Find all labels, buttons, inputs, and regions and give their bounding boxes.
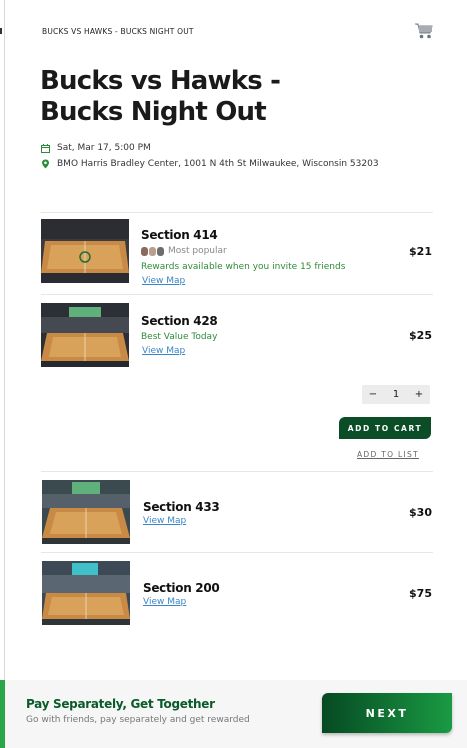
- left-border: [4, 0, 5, 680]
- quantity-stepper: − 1 +: [362, 385, 430, 404]
- shopping-cart-icon[interactable]: [414, 22, 434, 40]
- add-to-cart-button[interactable]: ADD TO CART: [339, 417, 431, 439]
- event-title: Bucks vs Hawks - Bucks Night Out: [40, 66, 281, 127]
- divider: [41, 552, 433, 553]
- left-marker: [0, 28, 2, 34]
- event-venue: BMO Harris Bradley Center, 1001 N 4th St…: [41, 159, 379, 169]
- quantity-value: 1: [392, 389, 400, 400]
- event-date-text: Sat, Mar 17, 5:00 PM: [57, 143, 151, 153]
- next-button[interactable]: NEXT: [322, 693, 452, 733]
- divider: [41, 212, 433, 213]
- calendar-icon: [41, 143, 50, 153]
- view-map-link[interactable]: View Map: [143, 597, 186, 607]
- divider: [41, 471, 433, 472]
- popular-indicator: Most popular: [141, 246, 227, 256]
- view-map-link[interactable]: View Map: [142, 346, 185, 356]
- view-map-link[interactable]: View Map: [143, 516, 186, 526]
- popular-label: Most popular: [168, 246, 227, 256]
- decrement-button[interactable]: −: [362, 389, 384, 400]
- section-image: [42, 480, 130, 544]
- section-image: [41, 219, 129, 283]
- promo-text: Best Value Today: [141, 332, 218, 342]
- section-image: [41, 303, 129, 367]
- ticket-price: $30: [409, 506, 432, 519]
- section-name: Section 433: [143, 500, 220, 514]
- section-name: Section 200: [143, 581, 220, 595]
- promo-text: Rewards available when you invite 15 fri…: [141, 262, 346, 272]
- section-name: Section 414: [141, 228, 218, 242]
- footer-subtitle: Go with friends, pay separately and get …: [26, 715, 250, 725]
- breadcrumb: BUCKS VS HAWKS - BUCKS NIGHT OUT: [42, 27, 194, 36]
- footer-accent: [0, 680, 5, 748]
- section-image: [42, 561, 130, 625]
- event-date: Sat, Mar 17, 5:00 PM: [41, 143, 151, 153]
- add-to-list-link[interactable]: ADD TO LIST: [357, 450, 419, 459]
- ticket-price: $75: [409, 587, 432, 600]
- ticket-price: $25: [409, 329, 432, 342]
- friend-avatars: [141, 246, 164, 256]
- event-venue-text: BMO Harris Bradley Center, 1001 N 4th St…: [57, 159, 379, 169]
- increment-button[interactable]: +: [408, 389, 430, 400]
- view-map-link[interactable]: View Map: [142, 276, 185, 286]
- map-pin-icon: [42, 159, 49, 169]
- ticket-price: $21: [409, 245, 432, 258]
- divider: [41, 294, 433, 295]
- footer-title: Pay Separately, Get Together: [26, 697, 215, 711]
- section-name: Section 428: [141, 314, 218, 328]
